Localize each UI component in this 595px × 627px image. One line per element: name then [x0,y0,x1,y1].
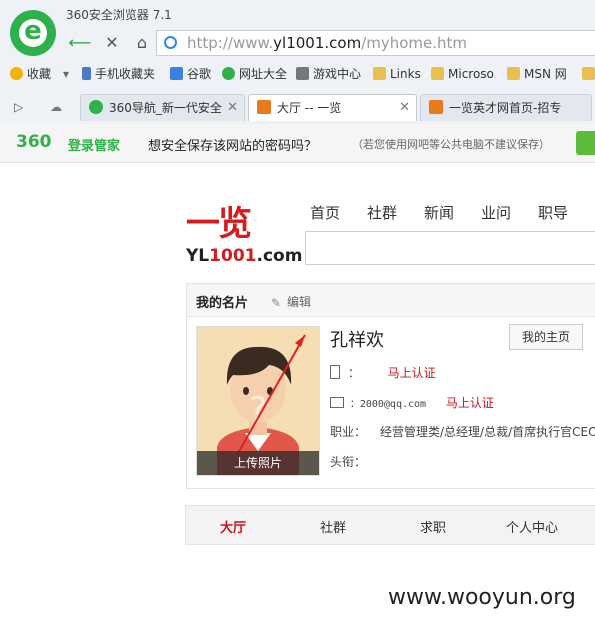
browser-logo-icon: e [10,10,56,56]
window-title: 360安全浏览器 7.1 [66,8,172,22]
tab-360-nav[interactable]: 360导航_新一代安全 ✕ [80,94,245,121]
my-homepage-button[interactable]: 我的主页 [509,324,583,350]
watermark: www.wooyun.org [388,585,576,610]
upload-photo-button[interactable]: 上传照片 [197,451,319,475]
card-title: 我的名片 [196,296,249,311]
verify-email-link[interactable]: 马上认证 [446,396,494,410]
nav-qa[interactable]: 业问 [481,202,511,223]
folder-icon [431,67,444,80]
pencil-icon[interactable]: ✎ [271,296,281,310]
envelope-icon [330,397,344,408]
360-icon [89,100,103,114]
bottom-nav-jobs[interactable]: 求职 [420,517,446,536]
save-password-hint: （若您使用网吧等公共电脑不建议保存） [352,138,550,151]
title-row: 头衔： [330,455,367,469]
sidebar-toggle-icon[interactable]: ▷ [14,95,23,119]
bookmark-games[interactable]: 游戏中心 [296,62,361,86]
stop-icon[interactable]: ✕ [100,32,124,54]
globe-icon [164,36,177,49]
bookmarks-bar: 收藏 ▾ 手机收藏夹 谷歌 网址大全 游戏中心 Links Microso MSN… [0,62,595,86]
email-row: ：2000@qq.com 马上认证 [330,394,494,411]
tab-hall[interactable]: 大厅 -- 一览 ✕ [248,94,417,121]
nav-news[interactable]: 新闻 [424,202,454,223]
save-password-question: 想安全保存该网站的密码吗？ [148,139,318,154]
star-icon [10,67,23,80]
bookmark-microsoft[interactable]: Microso [431,62,494,86]
home-icon[interactable]: ⌂ [130,32,154,54]
password-save-bar: 360 登录管家 想安全保存该网站的密码吗？ （若您使用网吧等公共电脑不建议保存… [0,124,595,163]
bookmark-mobile[interactable]: 手机收藏夹 [82,62,155,86]
address-row: ⟵ ✕ ⌂ http://www.yl1001.com/myhome.htm [66,30,595,56]
bookmark-more[interactable] [582,62,595,86]
chevron-down-icon[interactable]: ▾ [63,67,69,81]
nav-career[interactable]: 职导 [538,202,568,223]
back-icon[interactable]: ⟵ [68,32,92,54]
nav-home[interactable]: 首页 [310,202,340,223]
phone-row: ： 马上认证 [330,364,436,381]
folder-icon [582,67,595,80]
business-card: 我的名片 ✎ 编辑 ? 上传照片 孔祥欢 我的主页 ： 马上认证 ：2000@q… [186,283,595,489]
phone-icon [330,365,340,379]
tab-strip: ▷ ☁ 360导航_新一代安全 ✕ 大厅 -- 一览 ✕ 一览英才网首页-招专 [0,92,595,122]
yilan-icon [257,100,271,114]
nav-community[interactable]: 社群 [367,202,397,223]
close-icon[interactable]: ✕ [399,95,410,121]
bottom-nav-hall[interactable]: 大厅 [220,517,246,536]
address-bar[interactable]: http://www.yl1001.com/myhome.htm [156,30,595,56]
phone-icon [82,67,91,80]
save-password-button[interactable] [576,131,595,155]
bottom-nav-community[interactable]: 社群 [320,517,346,536]
email-value: ：2000@qq.com [349,399,427,410]
yilan-icon [429,100,443,114]
close-icon[interactable]: ✕ [227,95,238,121]
bookmark-sites[interactable]: 网址大全 [222,62,287,86]
bottom-nav: 大厅 社群 求职 个人中心 [185,505,595,545]
edit-link[interactable]: 编辑 [287,293,311,310]
bookmark-favorites[interactable]: 收藏 ▾ [10,62,69,86]
svg-text:?: ? [249,390,267,430]
site-logo[interactable]: 一览 YL1001.com [186,196,302,272]
bookmark-links[interactable]: Links [373,62,421,86]
bookmark-google[interactable]: 谷歌 [170,62,211,86]
search-input[interactable] [305,231,595,265]
tab-yilan-home[interactable]: 一览英才网首页-招专 [420,94,592,121]
gamepad-icon [296,67,309,80]
google-icon [170,67,183,80]
job-row: 职业： 经营管理类/总经理/总裁/首席执行官CEO [330,423,595,440]
cloud-icon[interactable]: ☁ [50,95,62,119]
folder-icon [373,67,386,80]
360-brand: 360 [16,132,52,152]
card-header: 我的名片 ✎ 编辑 [187,284,595,317]
verify-phone-link[interactable]: 马上认证 [388,366,436,380]
url-text: http://www.yl1001.com/myhome.htm [187,34,468,52]
bookmark-msn[interactable]: MSN 网 [507,62,567,86]
folder-icon [507,67,520,80]
profile-name: 孔祥欢 [330,330,384,351]
job-value: 经营管理类/总经理/总裁/首席执行官CEO [380,425,595,439]
login-manager-label: 登录管家 [68,139,121,154]
avatar[interactable]: ? 上传照片 [196,326,320,476]
site-nav-icon [222,67,235,80]
bottom-nav-personal-center[interactable]: 个人中心 [506,517,558,536]
